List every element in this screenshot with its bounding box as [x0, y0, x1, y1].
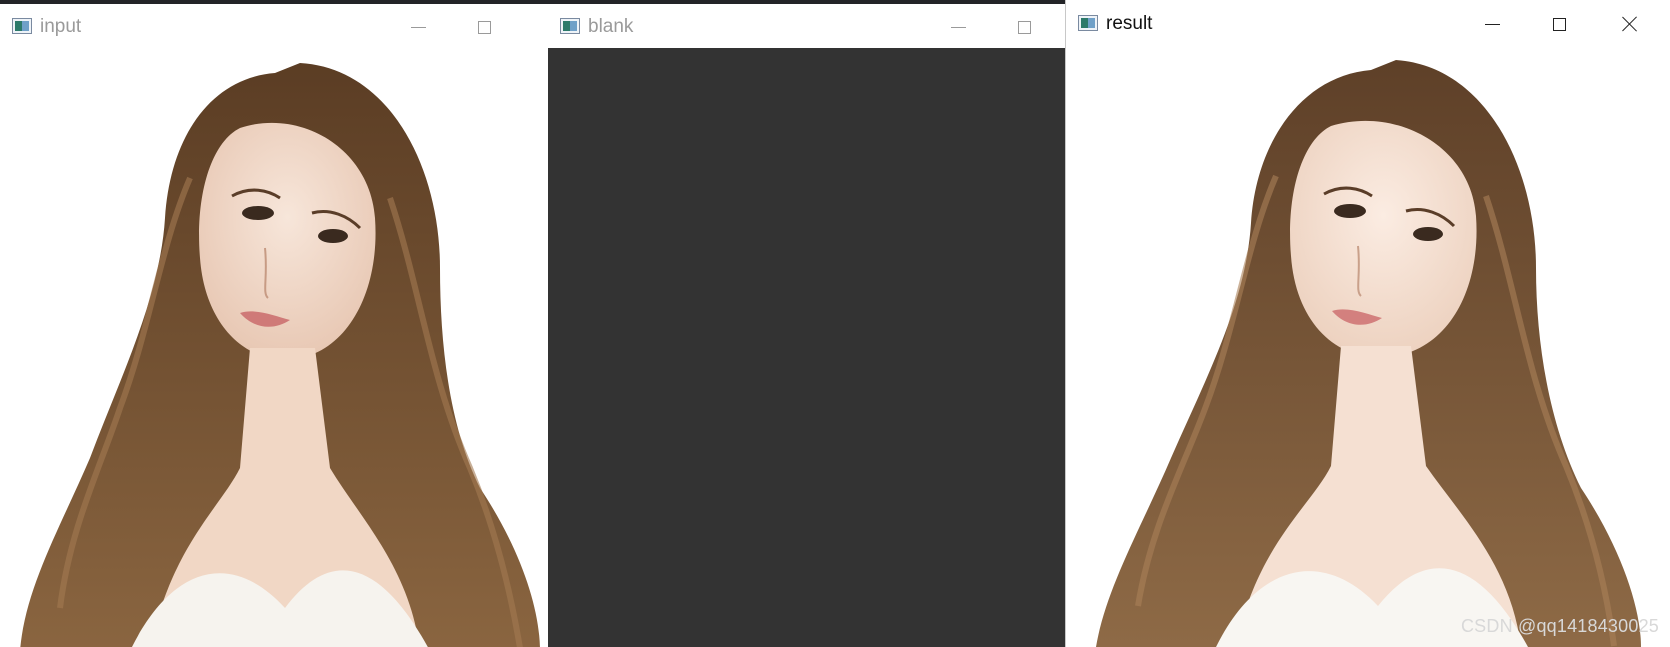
maximize-icon — [1017, 20, 1031, 34]
maximize-button-input[interactable] — [461, 14, 507, 40]
titlebar-blank[interactable]: blank — [548, 4, 1065, 48]
image-canvas-input — [0, 48, 548, 647]
minimize-icon — [950, 26, 966, 28]
window-blank[interactable]: blank — [548, 4, 1065, 647]
maximize-icon — [1552, 17, 1566, 31]
image-canvas-blank — [548, 48, 1065, 647]
close-icon — [1622, 16, 1638, 32]
maximize-button-blank[interactable] — [1001, 14, 1047, 40]
portrait-image-result — [1096, 60, 1641, 647]
minimize-icon — [410, 26, 426, 28]
maximize-button-result[interactable] — [1536, 11, 1582, 37]
minimize-button-result[interactable] — [1469, 11, 1515, 37]
close-button-result[interactable] — [1607, 11, 1653, 37]
window-title-input: input — [40, 16, 82, 37]
window-input[interactable]: input — [0, 4, 548, 647]
watermark-text: CSDN @qq1418430025 — [1460, 616, 1659, 636]
minimize-button-input[interactable] — [395, 14, 441, 40]
desktop: input blank result CSDN @qq1418430025 — [0, 0, 1670, 647]
titlebar-result[interactable]: result — [1066, 0, 1670, 48]
portrait-image-input — [20, 63, 540, 647]
minimize-button-blank[interactable] — [935, 14, 981, 40]
window-result[interactable]: result CSDN @qq1418430025 — [1065, 0, 1670, 647]
maximize-icon — [477, 20, 491, 34]
minimize-icon — [1484, 23, 1500, 25]
opencv-window-icon — [12, 18, 32, 34]
opencv-window-icon — [1078, 15, 1098, 31]
window-title-result: result — [1106, 13, 1153, 34]
window-title-blank: blank — [588, 16, 634, 37]
image-canvas-result: CSDN @qq1418430025 — [1066, 48, 1670, 647]
opencv-window-icon — [560, 18, 580, 34]
titlebar-input[interactable]: input — [0, 4, 548, 48]
